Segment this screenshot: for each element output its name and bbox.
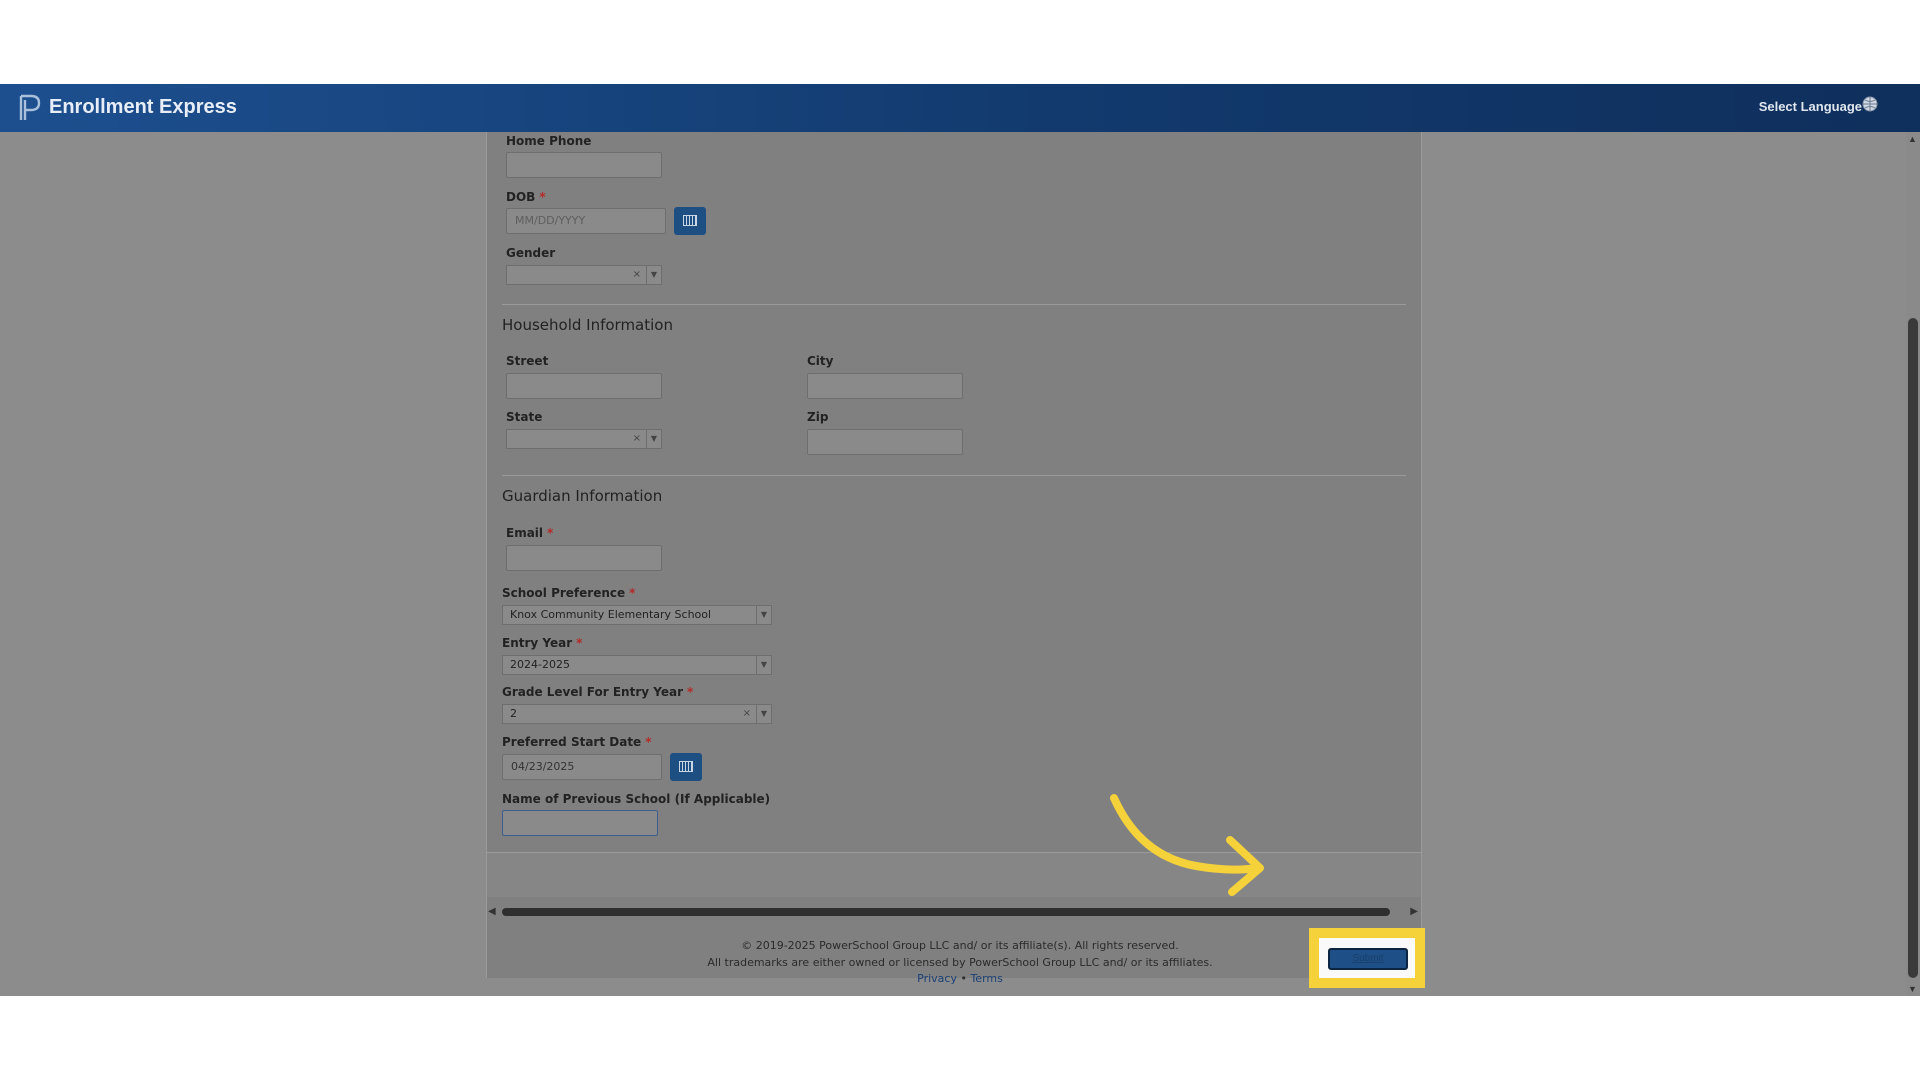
scroll-right-icon[interactable]: ▶ bbox=[1410, 906, 1418, 917]
copyright-text: © 2019-2025 PowerSchool Group LLC and/ o… bbox=[741, 939, 1179, 952]
privacy-link[interactable]: Privacy bbox=[917, 972, 957, 985]
entry-year-value: 2024-2025 bbox=[510, 658, 570, 671]
entry-year-select[interactable]: 2024-2025 ▼ bbox=[502, 655, 772, 675]
preferred-start-date-input[interactable]: 04/23/2025 bbox=[502, 754, 662, 780]
gender-label: Gender bbox=[506, 246, 556, 260]
select-language-link[interactable]: Select Language bbox=[1759, 99, 1862, 114]
email-label: Email * bbox=[506, 526, 554, 540]
globe-icon[interactable] bbox=[1862, 96, 1878, 112]
calendar-icon bbox=[679, 761, 693, 772]
form-panel: Home Phone DOB * MM/DD/YYYY Gender × ▼ Ho… bbox=[486, 132, 1422, 978]
trademark-text: All trademarks are either owned or licen… bbox=[707, 956, 1213, 969]
zip-input[interactable] bbox=[807, 429, 963, 455]
dob-input[interactable]: MM/DD/YYYY bbox=[506, 208, 666, 234]
chevron-down-icon[interactable]: ▼ bbox=[756, 656, 771, 674]
city-label: City bbox=[807, 354, 834, 368]
city-input[interactable] bbox=[807, 373, 963, 399]
form-actions-bar bbox=[487, 852, 1421, 897]
gender-select[interactable]: × ▼ bbox=[506, 265, 662, 285]
dob-label: DOB * bbox=[506, 190, 546, 204]
scroll-up-icon[interactable]: ▲ bbox=[1908, 134, 1917, 144]
street-label: Street bbox=[506, 354, 549, 368]
horizontal-scrollbar[interactable]: ◀ ▶ bbox=[486, 904, 1420, 920]
entry-year-label: Entry Year * bbox=[502, 636, 583, 650]
chevron-down-icon[interactable]: ▼ bbox=[646, 266, 661, 284]
school-preference-value: Knox Community Elementary School bbox=[510, 608, 712, 621]
school-preference-label: School Preference * bbox=[502, 586, 636, 600]
link-separator: • bbox=[960, 972, 967, 985]
grade-level-select[interactable]: 2 × ▼ bbox=[502, 704, 772, 724]
section-divider bbox=[502, 475, 1406, 476]
start-date-calendar-button[interactable] bbox=[670, 753, 702, 781]
section-divider bbox=[502, 304, 1406, 305]
arrow-annotation-icon bbox=[1110, 794, 1264, 896]
chevron-down-icon[interactable]: ▼ bbox=[756, 705, 771, 723]
grade-level-value: 2 bbox=[510, 707, 517, 720]
guardian-section-title: Guardian Information bbox=[502, 487, 663, 505]
dob-calendar-button[interactable] bbox=[674, 207, 706, 235]
state-select[interactable]: × ▼ bbox=[506, 429, 662, 449]
app-title: Enrollment Express bbox=[49, 96, 237, 118]
top-navigation-bar: Enrollment Express Select Language bbox=[0, 84, 1920, 132]
household-section-title: Household Information bbox=[502, 316, 673, 334]
app-screen: Enrollment Express Select Language Home … bbox=[0, 84, 1920, 996]
terms-link[interactable]: Terms bbox=[970, 972, 1002, 985]
horizontal-scroll-thumb[interactable] bbox=[502, 908, 1390, 916]
home-phone-input[interactable] bbox=[506, 152, 662, 178]
school-preference-select[interactable]: Knox Community Elementary School ▼ bbox=[502, 605, 772, 625]
chevron-down-icon[interactable]: ▼ bbox=[646, 430, 661, 448]
previous-school-label: Name of Previous School (If Applicable) bbox=[502, 792, 771, 806]
scroll-down-icon[interactable]: ▼ bbox=[1908, 984, 1917, 994]
email-input[interactable] bbox=[506, 545, 662, 571]
zip-label: Zip bbox=[807, 410, 829, 424]
calendar-icon bbox=[683, 215, 697, 226]
street-input[interactable] bbox=[506, 373, 662, 399]
state-label: State bbox=[506, 410, 543, 424]
previous-school-input[interactable] bbox=[502, 810, 658, 836]
preferred-start-date-label: Preferred Start Date * bbox=[502, 735, 652, 749]
powerschool-logo-icon bbox=[19, 94, 41, 120]
vertical-scroll-thumb[interactable] bbox=[1908, 318, 1918, 978]
grade-level-label: Grade Level For Entry Year * bbox=[502, 685, 694, 699]
footer-links: Privacy • Terms bbox=[0, 972, 1920, 985]
clear-icon[interactable]: × bbox=[633, 433, 641, 444]
clear-icon[interactable]: × bbox=[633, 269, 641, 280]
vertical-scrollbar[interactable]: ▲ ▼ bbox=[1906, 132, 1920, 996]
clear-icon[interactable]: × bbox=[743, 708, 751, 719]
chevron-down-icon[interactable]: ▼ bbox=[756, 606, 771, 624]
home-phone-label: Home Phone bbox=[506, 134, 592, 148]
scroll-left-icon[interactable]: ◀ bbox=[488, 906, 496, 917]
